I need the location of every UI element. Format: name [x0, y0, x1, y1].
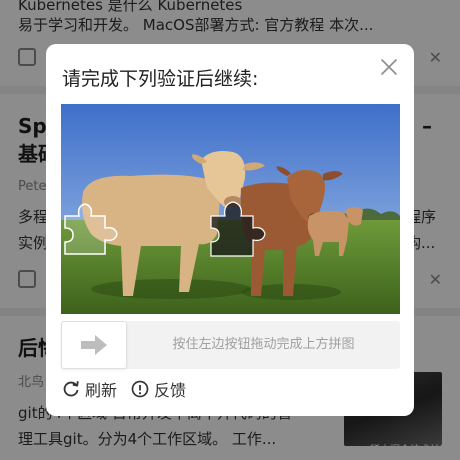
slider-track[interactable]: 按住左边按钮拖动完成上方拼图	[61, 321, 400, 369]
close-button[interactable]	[376, 54, 402, 80]
arrow-right-icon	[81, 335, 107, 355]
refresh-label: 刷新	[85, 381, 118, 400]
feedback-icon	[131, 380, 149, 398]
close-icon	[381, 59, 397, 75]
feedback-label: 反馈	[154, 381, 187, 400]
puzzle-image	[61, 104, 400, 314]
feedback-button[interactable]: 反馈	[131, 377, 186, 401]
slider-hint: 按住左边按钮拖动完成上方拼图	[172, 337, 355, 352]
dialog-title: 请完成下列验证后继续:	[62, 68, 259, 90]
slider-handle[interactable]	[61, 321, 127, 369]
refresh-icon	[63, 381, 79, 397]
refresh-button[interactable]: 刷新	[62, 377, 117, 401]
dialog-footer: 刷新 反馈	[62, 377, 186, 401]
captcha-dialog: 请完成下列验证后继续: 按住左边按钮拖动完成上方拼图 刷新 反馈	[46, 44, 414, 416]
